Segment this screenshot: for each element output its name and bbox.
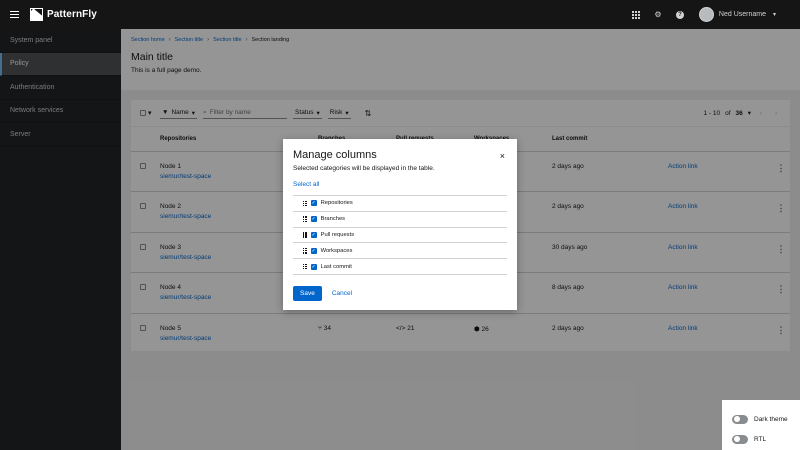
- caret-down-icon: ▾: [772, 12, 776, 18]
- dark-theme-toggle[interactable]: [732, 414, 748, 424]
- column-label: Workspaces: [320, 247, 353, 254]
- user-name: Ned Username: [718, 11, 766, 18]
- cancel-button[interactable]: Cancel: [332, 290, 352, 297]
- column-checkbox[interactable]: ✓: [310, 200, 317, 207]
- masthead: PatternFly ⚙ ? Ned Username ▾: [0, 0, 800, 29]
- user-dropdown[interactable]: Ned Username ▾: [698, 7, 776, 22]
- dark-theme-row: Dark theme: [732, 409, 800, 429]
- column-item-branches[interactable]: ✓ Branches: [293, 212, 507, 228]
- column-item-pull-requests[interactable]: ✓ Pull requests: [293, 228, 507, 244]
- drag-handle-icon[interactable]: [303, 263, 307, 270]
- theme-switcher: Dark theme RTL: [722, 400, 800, 450]
- drag-handle-icon[interactable]: [303, 232, 307, 238]
- column-checkbox[interactable]: ✓: [310, 216, 317, 223]
- column-checkbox[interactable]: ✓: [310, 263, 317, 270]
- drag-handle-icon[interactable]: [303, 200, 307, 207]
- save-button[interactable]: Save: [293, 285, 322, 301]
- column-item-repositories[interactable]: ✓ Repositories: [293, 196, 507, 212]
- select-all-link[interactable]: Select all: [293, 181, 507, 188]
- column-label: Pull requests: [320, 231, 355, 238]
- patternfly-logo-icon: [30, 8, 43, 21]
- column-checkbox[interactable]: ✓: [310, 247, 317, 254]
- drag-handle-icon[interactable]: [303, 216, 307, 223]
- column-label: Repositories: [320, 200, 353, 207]
- help-icon[interactable]: ?: [669, 0, 691, 29]
- avatar: [698, 7, 714, 22]
- modal-actions: Save Cancel: [293, 285, 507, 301]
- rtl-row: RTL: [732, 429, 800, 449]
- column-item-workspaces[interactable]: ✓ Workspaces: [293, 243, 507, 260]
- modal-description: Selected categories will be displayed in…: [293, 165, 435, 172]
- app-launcher-icon[interactable]: [625, 0, 647, 29]
- rtl-label: RTL: [754, 435, 767, 443]
- rtl-toggle[interactable]: [732, 434, 748, 444]
- dark-theme-label: Dark theme: [754, 415, 788, 423]
- manage-columns-modal: Manage columns × Selected categories wil…: [283, 139, 517, 310]
- column-item-last-commit[interactable]: ✓ Last commit: [293, 259, 507, 275]
- drag-handle-icon[interactable]: [303, 247, 307, 254]
- column-label: Branches: [320, 216, 346, 223]
- settings-gear-icon[interactable]: ⚙: [647, 0, 669, 29]
- brand-logo[interactable]: PatternFly: [30, 8, 97, 21]
- hamburger-menu-icon[interactable]: [2, 0, 26, 29]
- masthead-tools: ⚙ ? Ned Username ▾: [625, 0, 800, 29]
- brand-name: PatternFly: [47, 9, 97, 20]
- column-checkbox[interactable]: ✓: [310, 231, 317, 238]
- column-list: ✓ Repositories ✓ Branches ✓ Pull request…: [293, 195, 507, 275]
- close-icon[interactable]: ×: [500, 151, 505, 161]
- modal-title: Manage columns: [293, 149, 377, 161]
- column-label: Last commit: [320, 263, 352, 270]
